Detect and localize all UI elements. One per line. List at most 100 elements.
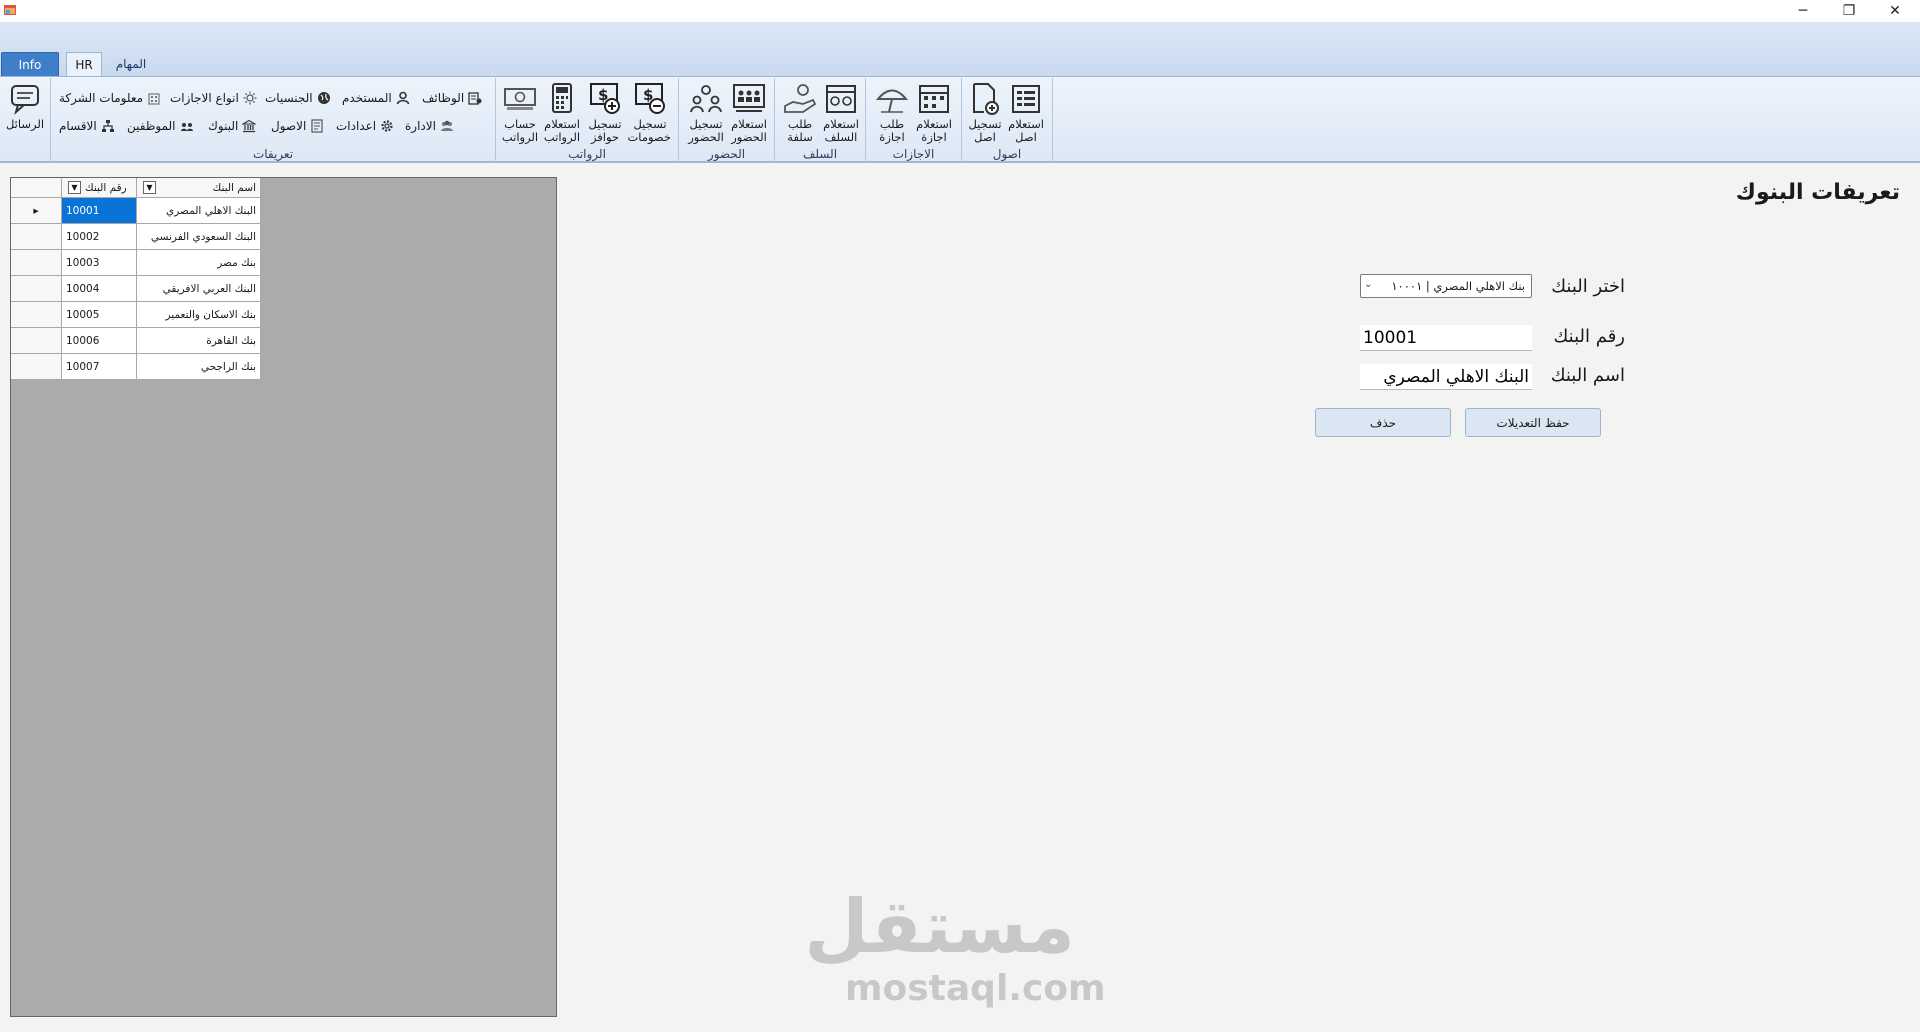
- jobs-icon: [468, 92, 482, 105]
- column-name-filter-icon[interactable]: ▼: [143, 181, 156, 194]
- chevron-down-icon[interactable]: ⌄: [1364, 279, 1372, 290]
- gear-icon: [381, 120, 393, 132]
- restore-button[interactable]: ❐: [1826, 0, 1872, 22]
- bank-number-cell[interactable]: 10006: [62, 328, 137, 354]
- chat-icon: [11, 85, 39, 115]
- messages-button[interactable]: الرسائل: [4, 82, 46, 131]
- bank-name-cell[interactable]: بنك الراجحي: [137, 354, 261, 380]
- assets-definitions-button[interactable]: الاصول: [271, 117, 324, 135]
- employees-button[interactable]: الموظفين: [127, 117, 194, 135]
- bank-number-cell[interactable]: 10002: [62, 224, 137, 250]
- nationalities-label: الجنسيات: [265, 91, 313, 105]
- jobs-button[interactable]: الوظائف: [422, 89, 482, 107]
- asset-inquiry-label: استعلام اصل: [1008, 117, 1044, 144]
- leave-types-button[interactable]: انواع الاجازات: [170, 89, 257, 107]
- register-asset-button[interactable]: تسجيل اصل: [964, 82, 1006, 144]
- request-leave-label: طلب اجازة: [879, 117, 905, 144]
- bank-name-cell[interactable]: البنك السعودي الفرنسي: [137, 224, 261, 250]
- delete-button[interactable]: حذف: [1315, 408, 1451, 437]
- table-row[interactable]: 10004 البنك العربي الافريقي: [11, 276, 261, 302]
- table-row[interactable]: ▸ 10001 البنك الاهلي المصري: [11, 198, 261, 224]
- calculate-salaries-button[interactable]: حساب الرواتب: [499, 82, 541, 144]
- calculate-salaries-label: حساب الرواتب: [501, 117, 539, 144]
- team-icon: [440, 120, 453, 131]
- bank-name-field[interactable]: [1360, 364, 1532, 390]
- close-button[interactable]: ✕: [1872, 0, 1918, 22]
- register-attendance-label: تسجيل الحضور: [688, 117, 724, 144]
- bank-select[interactable]: ⌄ بنك الاهلي المصري | ١٠٠٠١: [1360, 274, 1532, 298]
- tab-tasks[interactable]: المهام: [110, 52, 152, 76]
- row-header[interactable]: [11, 276, 62, 302]
- employees-icon: [180, 123, 193, 131]
- settings-button[interactable]: اعدادات: [336, 117, 394, 135]
- group-label-attendance: الحضور: [707, 147, 746, 161]
- bank-number-label: رقم البنك: [1553, 326, 1625, 347]
- hand-money-icon: [784, 84, 817, 113]
- bank-number-cell[interactable]: 10001: [62, 198, 137, 224]
- bank-name-label: اسم البنك: [1550, 365, 1625, 386]
- administration-button[interactable]: الادارة: [405, 117, 454, 135]
- advances-inquiry-button[interactable]: استعلام السلف: [820, 82, 862, 144]
- row-header[interactable]: [11, 224, 62, 250]
- table-row[interactable]: 10006 بنك القاهرة: [11, 328, 261, 354]
- bank-number-cell[interactable]: 10003: [62, 250, 137, 276]
- salary-inquiry-button[interactable]: استعلام الرواتب: [541, 82, 583, 144]
- bank-name-cell[interactable]: بنك الاسكان والتعمير: [137, 302, 261, 328]
- bank-number-cell[interactable]: 10004: [62, 276, 137, 302]
- banks-button[interactable]: البنوك: [208, 117, 257, 135]
- title-bar: ─ ❐ ✕: [0, 0, 1920, 22]
- tab-info[interactable]: Info: [1, 52, 59, 76]
- row-header[interactable]: [11, 328, 62, 354]
- banks-label: البنوك: [208, 119, 239, 133]
- departments-button[interactable]: الاقسام: [59, 117, 115, 135]
- table-row[interactable]: 10007 بنك الراجحي: [11, 354, 261, 380]
- sun-icon: [243, 91, 257, 105]
- list-document-icon: [1012, 85, 1040, 113]
- user-button[interactable]: المستخدم: [342, 89, 410, 107]
- document-add-icon: [973, 83, 999, 115]
- save-changes-button[interactable]: حفظ التعديلات: [1465, 408, 1601, 437]
- hierarchy-icon: [101, 120, 114, 132]
- register-bonuses-button[interactable]: $ تسجيل حوافز: [584, 82, 626, 144]
- calculator-icon: [552, 83, 572, 113]
- request-leave-button[interactable]: طلب اجازة: [871, 82, 913, 144]
- group-label-salaries: الرواتب: [568, 147, 606, 161]
- bank-number-cell[interactable]: 10007: [62, 354, 137, 380]
- bank-name-cell[interactable]: بنك مصر: [137, 250, 261, 276]
- bank-number-field[interactable]: [1360, 325, 1532, 351]
- column-header-number[interactable]: ▼ رقم البنك: [62, 178, 137, 198]
- employees-label: الموظفين: [127, 119, 176, 133]
- register-attendance-button[interactable]: تسجيل الحضور: [685, 82, 727, 144]
- table-row[interactable]: 10003 بنك مصر: [11, 250, 261, 276]
- bank-name-cell[interactable]: بنك القاهرة: [137, 328, 261, 354]
- grid-corner: [11, 178, 62, 198]
- table-row[interactable]: 10005 بنك الاسكان والتعمير: [11, 302, 261, 328]
- row-header[interactable]: [11, 302, 62, 328]
- bank-name-cell[interactable]: البنك العربي الافريقي: [137, 276, 261, 302]
- ribbon-header: [0, 22, 1920, 77]
- select-bank-label: اختر البنك: [1551, 276, 1625, 297]
- row-header[interactable]: [11, 354, 62, 380]
- app-icon: [4, 5, 16, 15]
- leave-types-label: انواع الاجازات: [170, 91, 239, 105]
- settings-label: اعدادات: [336, 119, 377, 133]
- tab-hr[interactable]: HR: [66, 52, 102, 76]
- request-advance-button[interactable]: طلب سلفة: [779, 82, 821, 144]
- attendance-inquiry-button[interactable]: استعلام الحضور: [728, 82, 770, 144]
- register-deductions-button[interactable]: $ تسجيل خصومات: [627, 82, 671, 144]
- bank-number-cell[interactable]: 10005: [62, 302, 137, 328]
- asset-inquiry-button[interactable]: استعلام اصل: [1005, 82, 1047, 144]
- column-header-name[interactable]: اسم البنك ▼: [137, 178, 261, 198]
- register-bonuses-label: تسجيل حوافز: [588, 117, 622, 144]
- leave-inquiry-button[interactable]: استعلام اجازة: [913, 82, 955, 144]
- departments-label: الاقسام: [59, 119, 97, 133]
- umbrella-icon: [875, 89, 909, 113]
- table-row[interactable]: 10002 البنك السعودي الفرنسي: [11, 224, 261, 250]
- row-header[interactable]: [11, 250, 62, 276]
- nationalities-button[interactable]: الجنسيات: [265, 89, 331, 107]
- row-selector-icon[interactable]: ▸: [11, 198, 62, 224]
- bank-name-cell[interactable]: البنك الاهلي المصري: [137, 198, 261, 224]
- column-number-filter-icon[interactable]: ▼: [68, 181, 81, 194]
- company-info-button[interactable]: معلومات الشركة: [59, 89, 161, 107]
- minimize-button[interactable]: ─: [1780, 0, 1826, 22]
